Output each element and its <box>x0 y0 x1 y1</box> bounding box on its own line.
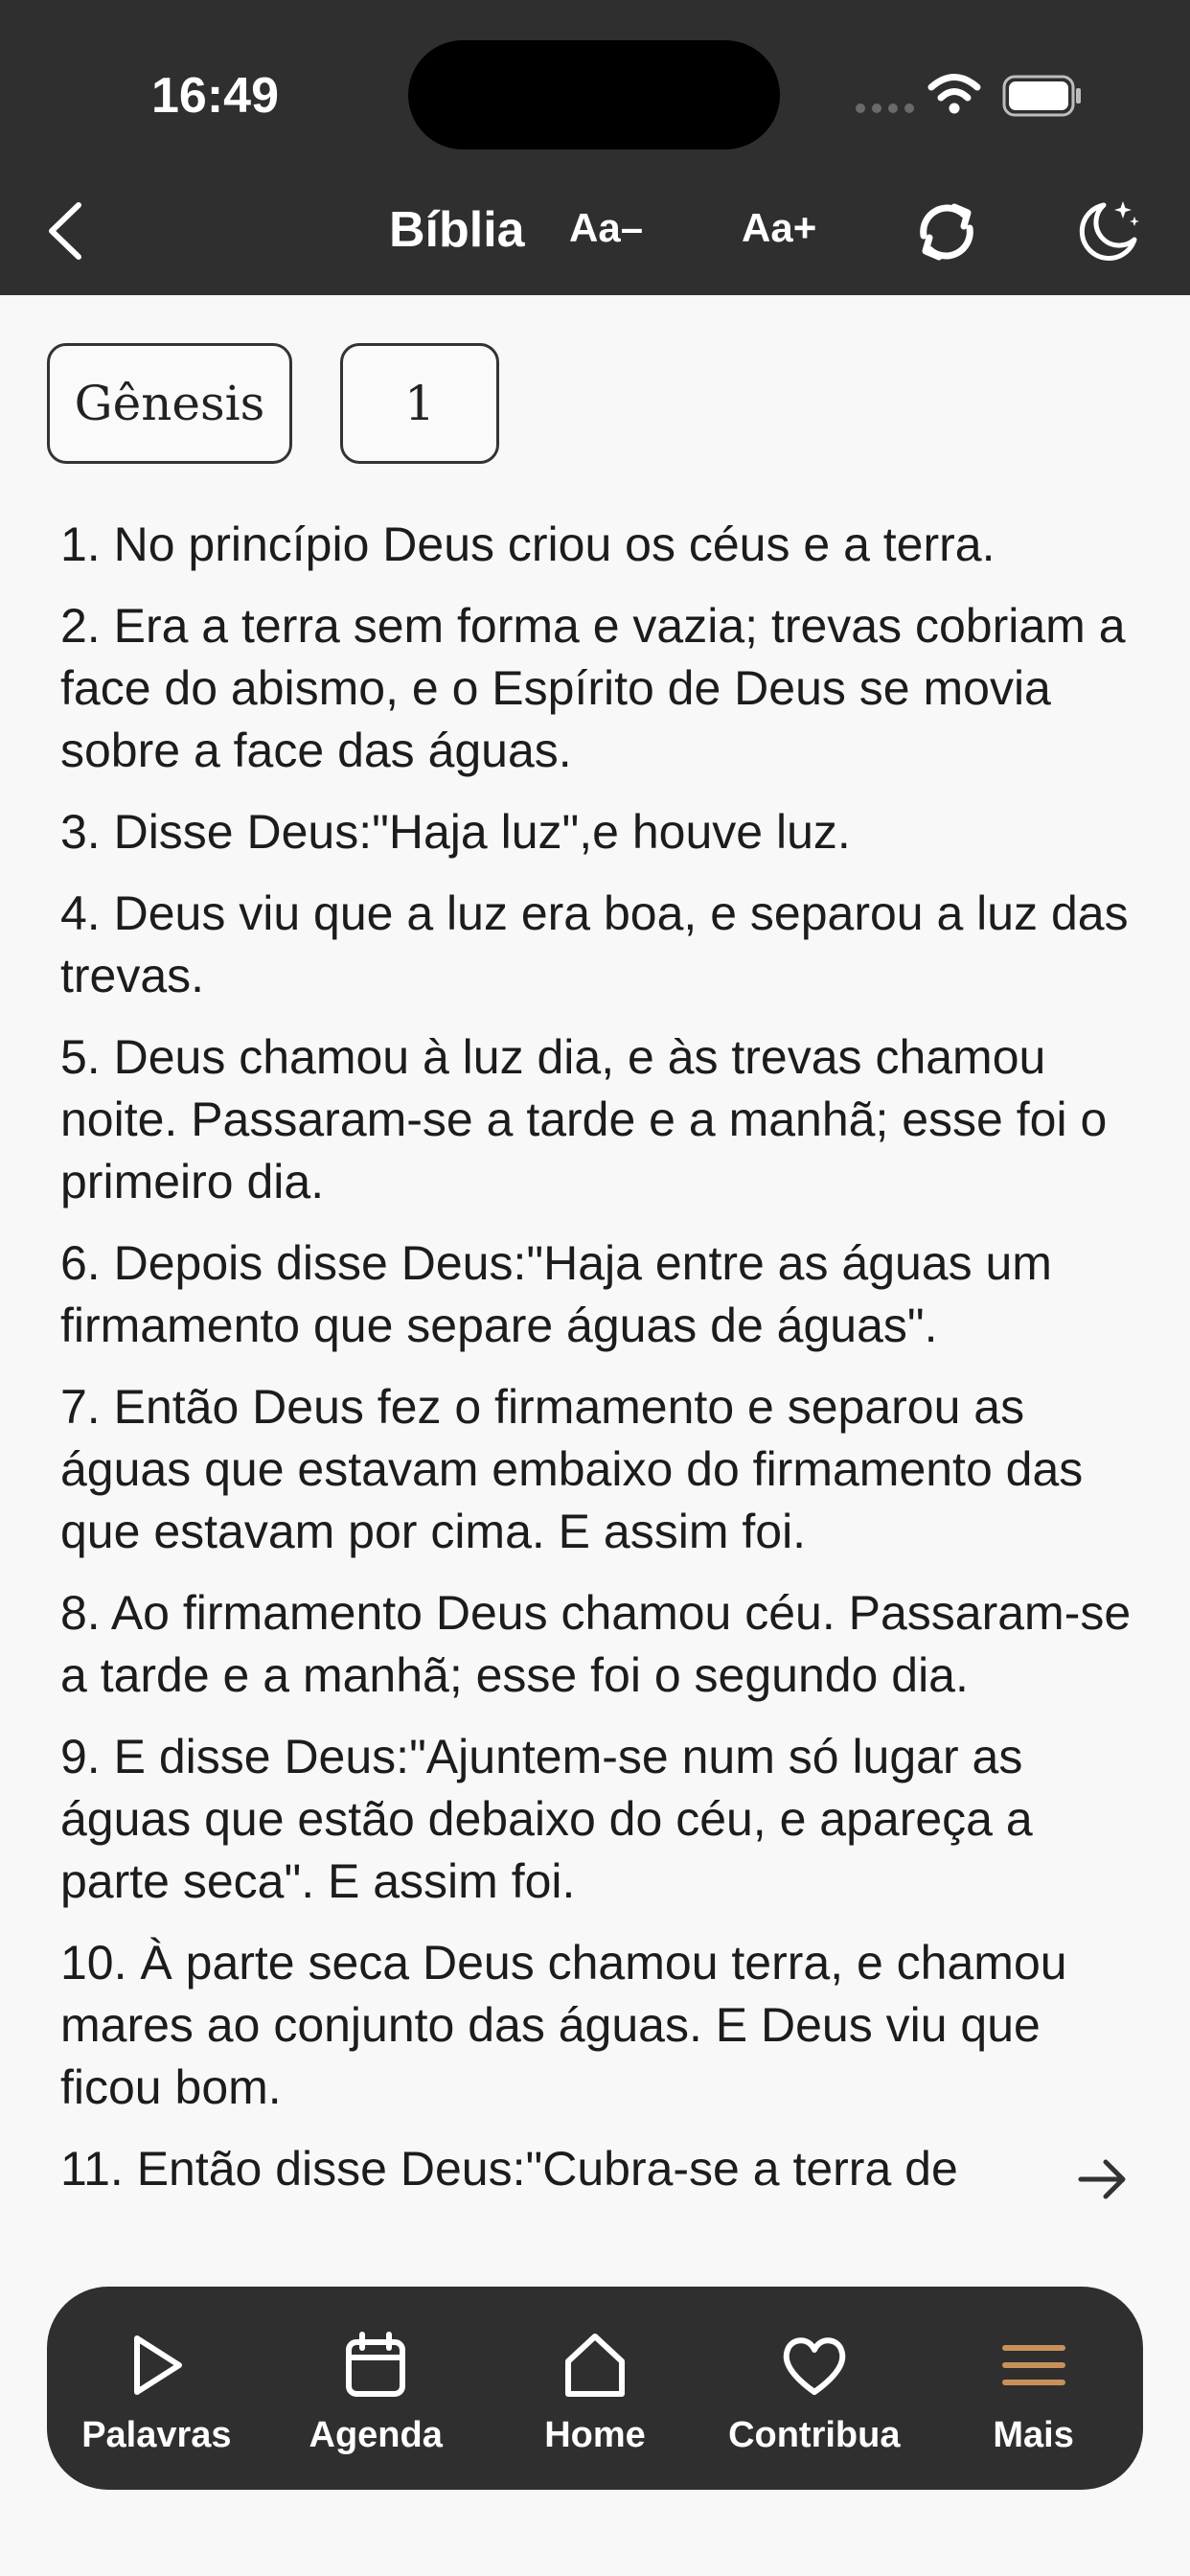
battery-icon <box>1002 75 1081 117</box>
tab-palavras[interactable]: Palavras <box>47 2287 266 2490</box>
verse-7: 7. Então Deus fez o firmamento e separou… <box>60 1380 1084 1558</box>
app-header: 16:49 Bíblia Aa– Aa+ <box>0 0 1190 295</box>
verse-9: 9. E disse Deus:"Ajuntem-se num só lugar… <box>60 1730 1033 1908</box>
sync-icon[interactable] <box>910 196 983 268</box>
verse-list[interactable]: 1. No princípio Deus criou os céus e a t… <box>60 514 1143 2273</box>
book-selector[interactable]: Gênesis <box>47 343 292 464</box>
font-increase-button[interactable]: Aa+ <box>742 205 816 251</box>
next-chapter-arrow-icon[interactable] <box>1073 2150 1131 2208</box>
verse-1: 1. No princípio Deus criou os céus e a t… <box>60 518 995 571</box>
tab-agenda[interactable]: Agenda <box>266 2287 486 2490</box>
tab-label: Contribua <box>728 2415 901 2455</box>
menu-icon <box>1001 2345 1065 2385</box>
home-icon <box>564 2334 625 2397</box>
tab-label: Agenda <box>309 2415 443 2455</box>
status-time: 16:49 <box>151 68 279 124</box>
verse-10: 10. À parte seca Deus chamou terra, e ch… <box>60 1936 1067 2114</box>
wifi-icon <box>927 74 981 114</box>
tab-label: Palavras <box>81 2415 232 2455</box>
verse-8: 8. Ao firmamento Deus chamou céu. Passar… <box>60 1586 1132 1702</box>
verse-4: 4. Deus viu que a luz era boa, e separou… <box>60 886 1129 1002</box>
tab-mais[interactable]: Mais <box>924 2287 1143 2490</box>
verse-3: 3. Disse Deus:"Haja luz",e houve luz. <box>60 805 851 859</box>
page-title: Bíblia <box>389 202 525 258</box>
bottom-tab-bar: Palavras Agenda Home Contribua Mais <box>47 2287 1143 2490</box>
tab-contribua[interactable]: Contribua <box>704 2287 924 2490</box>
night-mode-icon[interactable] <box>1071 196 1144 268</box>
tab-label: Home <box>544 2415 646 2455</box>
tab-label: Mais <box>993 2415 1074 2455</box>
calendar-icon <box>346 2332 406 2397</box>
verse-2: 2. Era a terra sem forma e vazia; trevas… <box>60 599 1126 777</box>
heart-icon <box>783 2337 846 2395</box>
font-decrease-button[interactable]: Aa– <box>569 205 643 251</box>
play-icon <box>134 2335 183 2395</box>
dynamic-island <box>408 40 780 150</box>
verse-11: 11. Então disse Deus:"Cubra-se a terra d… <box>60 2142 958 2196</box>
verse-5: 5. Deus chamou à luz dia, e às trevas ch… <box>60 1030 1108 1208</box>
tab-home[interactable]: Home <box>486 2287 705 2490</box>
chapter-selector[interactable]: 1 <box>340 343 499 464</box>
verse-6: 6. Depois disse Deus:"Haja entre as água… <box>60 1236 1052 1352</box>
cellular-signal-icon <box>856 104 914 113</box>
back-icon[interactable] <box>42 199 90 263</box>
